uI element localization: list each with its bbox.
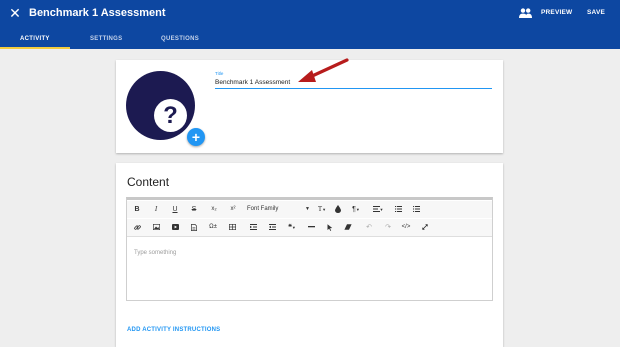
active-tab-indicator xyxy=(0,47,70,49)
content-card: Content B I U S x₂ x² Font Family ▼ T▼ ¶… xyxy=(116,163,503,347)
redo-icon[interactable]: ↷ xyxy=(383,221,393,234)
link-icon[interactable] xyxy=(131,221,143,234)
tab-questions[interactable]: QUESTIONS xyxy=(161,33,199,45)
subscript-icon[interactable]: x₂ xyxy=(207,203,221,216)
font-family-select[interactable]: Font Family ▼ xyxy=(247,203,313,216)
tab-settings[interactable]: SETTINGS xyxy=(90,33,122,45)
chevron-down-icon: ▼ xyxy=(305,206,310,212)
quote-icon[interactable]: ❝▼ xyxy=(285,221,299,234)
close-icon[interactable]: ✕ xyxy=(9,5,21,21)
unordered-list-icon[interactable] xyxy=(411,203,421,216)
add-activity-instructions-link[interactable]: ADD ACTIVITY INSTRUCTIONS xyxy=(127,326,220,334)
font-family-label: Font Family xyxy=(247,206,279,212)
file-icon[interactable] xyxy=(188,221,200,234)
fullscreen-icon[interactable] xyxy=(420,221,430,234)
bold-icon[interactable]: B xyxy=(131,203,143,216)
question-mark-icon: ? xyxy=(154,99,187,132)
ordered-list-icon[interactable] xyxy=(393,203,403,216)
undo-icon[interactable]: ↶ xyxy=(364,221,374,234)
indent-icon[interactable] xyxy=(266,221,278,234)
image-icon[interactable] xyxy=(150,221,162,234)
editor-placeholder: Type something xyxy=(134,250,177,256)
select-all-icon[interactable] xyxy=(325,221,335,234)
color-drop-icon[interactable] xyxy=(333,203,343,216)
editor-toolbar-row-1: B I U S x₂ x² Font Family ▼ T▼ ¶▼ ▼ xyxy=(127,201,492,218)
activity-avatar[interactable]: ? xyxy=(126,71,195,140)
font-size-icon[interactable]: T▼ xyxy=(315,203,329,216)
tab-activity[interactable]: ACTIVITY xyxy=(20,33,50,45)
content-heading: Content xyxy=(127,175,170,189)
activity-title: Benchmark 1 Assessment xyxy=(29,7,166,19)
paragraph-icon[interactable]: ¶▼ xyxy=(349,203,363,216)
video-icon[interactable] xyxy=(169,221,181,234)
superscript-icon[interactable]: x² xyxy=(226,203,240,216)
code-view-icon[interactable]: </> xyxy=(400,221,412,234)
clear-format-icon[interactable] xyxy=(342,221,354,234)
align-icon[interactable]: ▼ xyxy=(371,203,385,216)
toolbar-divider xyxy=(127,236,492,237)
top-app-bar: ✕ Benchmark 1 Assessment PREVIEW SAVE AC… xyxy=(0,0,620,49)
strikethrough-icon[interactable]: S xyxy=(188,203,200,216)
outdent-icon[interactable] xyxy=(247,221,259,234)
special-chars-icon[interactable]: Ω± xyxy=(207,221,219,234)
rich-text-editor[interactable]: B I U S x₂ x² Font Family ▼ T▼ ¶▼ ▼ Ω± ❝… xyxy=(126,197,493,301)
italic-icon[interactable]: I xyxy=(150,203,162,216)
people-icon[interactable] xyxy=(519,8,532,18)
table-icon[interactable] xyxy=(226,221,238,234)
save-button[interactable]: SAVE xyxy=(587,6,605,20)
editor-toolbar-row-2: Ω± ❝▼ ↶ ↷ </> xyxy=(127,219,492,236)
underline-icon[interactable]: U xyxy=(169,203,181,216)
horizontal-rule-icon[interactable] xyxy=(306,221,316,234)
preview-button[interactable]: PREVIEW xyxy=(541,6,572,20)
add-image-button[interactable]: + xyxy=(187,128,205,146)
red-arrow-annotation xyxy=(298,58,349,82)
title-input[interactable] xyxy=(215,77,492,89)
chevron-down-icon: ▼ xyxy=(322,207,327,212)
